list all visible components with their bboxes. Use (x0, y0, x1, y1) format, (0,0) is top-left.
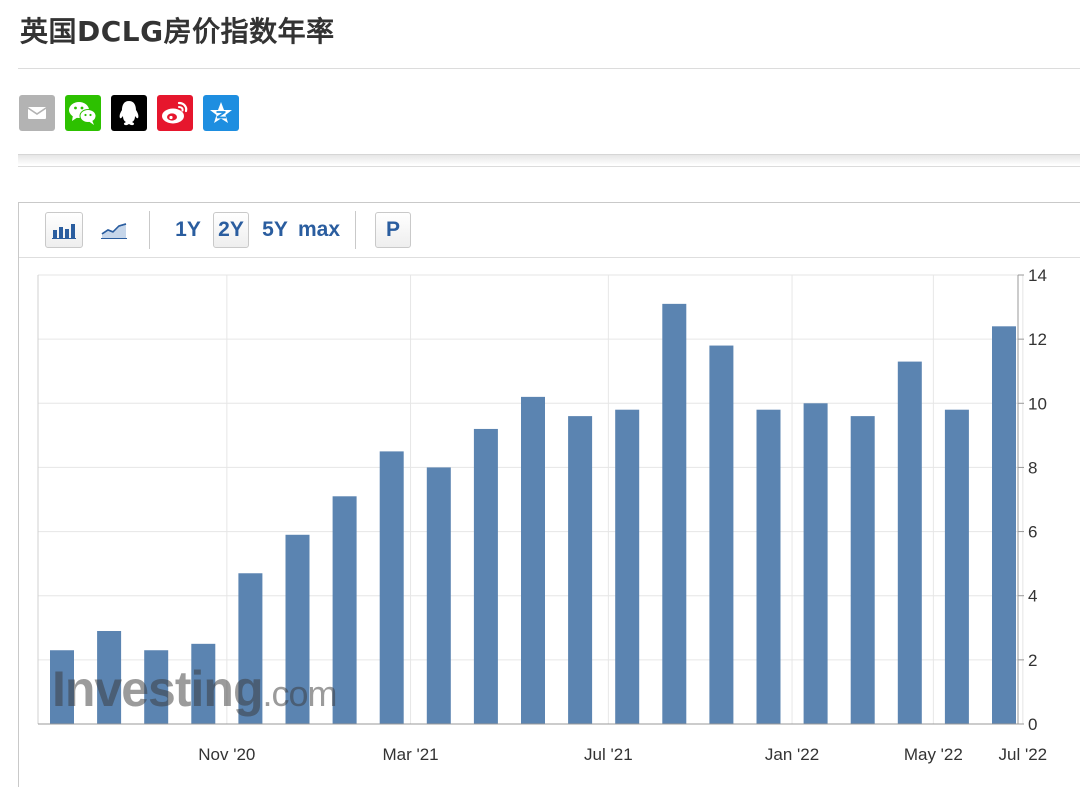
x-tick-label: Jul '22 (999, 745, 1048, 764)
page: 英国DCLG房价指数年率 1Y 2Y 5Y max P Investing.co… (0, 0, 1080, 787)
bar[interactable] (803, 403, 828, 724)
bar[interactable] (379, 451, 404, 724)
x-tick-label: May '22 (904, 745, 963, 764)
y-tick-label: 2 (1028, 651, 1037, 670)
bar[interactable] (992, 326, 1016, 724)
bar[interactable] (568, 416, 593, 724)
bar[interactable] (756, 409, 781, 724)
y-tick-label: 8 (1028, 458, 1037, 477)
y-tick-label: 0 (1028, 715, 1037, 734)
y-tick-label: 4 (1028, 587, 1037, 606)
y-tick-label: 10 (1028, 394, 1047, 413)
x-tick-label: Jul '21 (584, 745, 633, 764)
bar[interactable] (615, 409, 640, 724)
bar[interactable] (944, 409, 969, 724)
y-tick-label: 14 (1028, 266, 1047, 285)
bar[interactable] (850, 416, 875, 724)
x-tick-label: Jan '22 (765, 745, 819, 764)
watermark-main: Investing (52, 661, 262, 717)
x-tick-label: Nov '20 (198, 745, 255, 764)
bar-chart: Investing.com 0 2 4 6 8 10 12 14 Nov '20 Mar '21 J… (37, 266, 1048, 764)
x-tick-label: Mar '21 (382, 745, 438, 764)
bar[interactable] (709, 345, 734, 724)
y-tick-label: 12 (1028, 330, 1047, 349)
bar[interactable] (662, 303, 687, 724)
y-tick-label: 6 (1028, 523, 1037, 542)
bar[interactable] (473, 428, 498, 724)
bar[interactable] (521, 396, 545, 724)
bar[interactable] (426, 467, 451, 724)
bar[interactable] (897, 361, 922, 724)
watermark-suffix: .com (262, 673, 336, 714)
